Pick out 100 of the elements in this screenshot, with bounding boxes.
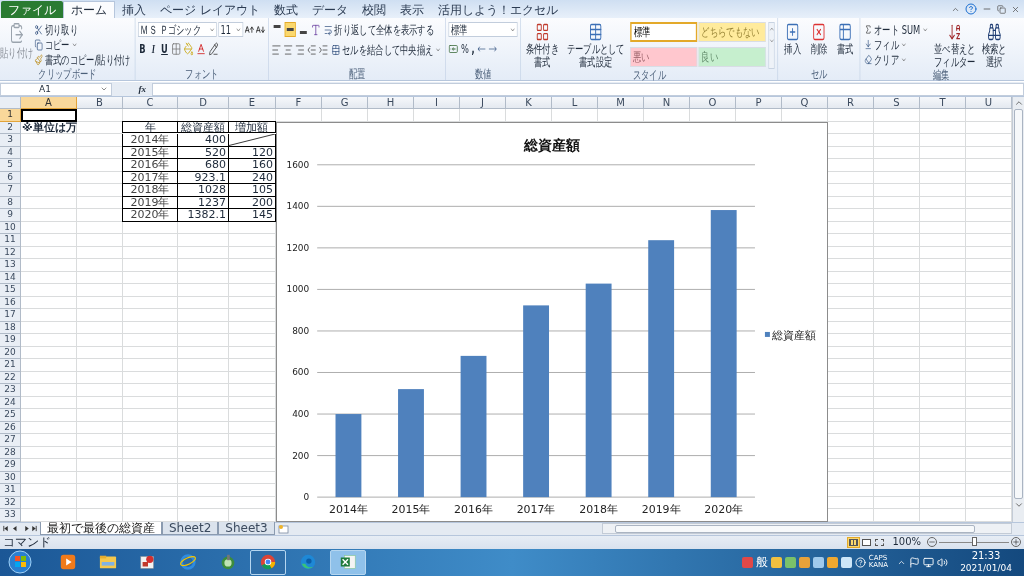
tray-icon[interactable] xyxy=(798,556,810,568)
column-header[interactable]: U xyxy=(966,97,1012,109)
column-header[interactable]: H xyxy=(368,97,414,109)
scroll-thumb[interactable] xyxy=(615,524,975,533)
empty-cell[interactable] xyxy=(920,234,966,247)
empty-cell[interactable] xyxy=(874,221,920,234)
borders-icon[interactable] xyxy=(171,42,182,56)
comma-button[interactable]: , xyxy=(471,43,475,55)
empty-cell[interactable] xyxy=(644,109,690,122)
empty-cell[interactable] xyxy=(276,109,322,122)
select-all-corner[interactable] xyxy=(0,97,21,109)
ribbon-tab[interactable]: データ xyxy=(304,1,355,18)
empty-cell[interactable] xyxy=(178,409,229,422)
bold-button[interactable]: B xyxy=(138,43,147,55)
format-painter-button[interactable]: 書式のコピー/貼り付け xyxy=(33,52,132,67)
empty-cell[interactable] xyxy=(77,421,123,434)
empty-cell[interactable] xyxy=(178,396,229,409)
clear-button[interactable]: クリア xyxy=(863,52,930,67)
empty-cell[interactable] xyxy=(123,496,178,509)
cut-button[interactable]: 切り取り xyxy=(33,22,132,37)
fill-button[interactable]: フィル xyxy=(863,37,930,52)
vertical-align-icon[interactable] xyxy=(284,22,296,37)
currency-icon[interactable] xyxy=(448,42,459,56)
empty-cell[interactable] xyxy=(598,109,644,122)
empty-cell[interactable] xyxy=(77,434,123,447)
column-header[interactable]: M xyxy=(598,97,644,109)
merge-icon[interactable] xyxy=(331,43,340,56)
empty-cell[interactable] xyxy=(77,509,123,522)
column-header[interactable]: C xyxy=(123,97,178,109)
empty-cell[interactable] xyxy=(414,109,460,122)
empty-cell[interactable] xyxy=(123,234,178,247)
ribbon-tab[interactable]: 活用しよう！エクセル xyxy=(430,1,565,18)
column-header[interactable]: F xyxy=(276,97,322,109)
empty-cell[interactable] xyxy=(920,434,966,447)
empty-cell[interactable] xyxy=(920,496,966,509)
empty-cell[interactable] xyxy=(920,271,966,284)
empty-cell[interactable] xyxy=(77,271,123,284)
column-header[interactable]: R xyxy=(828,97,874,109)
empty-cell[interactable] xyxy=(178,346,229,359)
sheet-tab[interactable]: Sheet2 xyxy=(162,522,219,535)
browser-icon[interactable] xyxy=(259,553,277,572)
view-button[interactable] xyxy=(847,536,861,548)
table-icon[interactable] xyxy=(588,22,603,42)
empty-cell[interactable] xyxy=(874,321,920,334)
conditional-format-button[interactable]: 条件付き書式 xyxy=(523,22,562,69)
empty-cell[interactable] xyxy=(874,334,920,347)
empty-cell[interactable] xyxy=(123,346,178,359)
ribbon-tab[interactable]: 挿入 xyxy=(115,1,153,18)
binoculars-icon[interactable] xyxy=(987,22,1001,42)
autosum-button[interactable]: オート SUM xyxy=(863,22,930,37)
empty-cell[interactable] xyxy=(77,496,123,509)
insert-icon[interactable] xyxy=(785,22,800,42)
empty-cell[interactable] xyxy=(874,384,920,397)
empty-cell[interactable] xyxy=(874,371,920,384)
ribbon-tab[interactable]: ホーム xyxy=(63,1,115,18)
empty-cell[interactable] xyxy=(123,371,178,384)
empty-cell[interactable] xyxy=(77,234,123,247)
empty-cell[interactable] xyxy=(77,259,123,272)
empty-cell[interactable] xyxy=(123,296,178,309)
empty-cell[interactable] xyxy=(123,509,178,522)
tray-icon[interactable] xyxy=(826,556,838,568)
empty-cell[interactable] xyxy=(77,221,123,234)
name-box[interactable]: A1 xyxy=(0,82,112,96)
empty-cell[interactable] xyxy=(920,321,966,334)
empty-cell[interactable] xyxy=(920,196,966,209)
empty-cell[interactable] xyxy=(874,159,920,172)
conditional-format-icon[interactable] xyxy=(535,22,550,42)
empty-cell[interactable] xyxy=(77,359,123,372)
slider-thumb[interactable] xyxy=(972,537,977,546)
empty-cell[interactable] xyxy=(920,134,966,147)
column-header[interactable]: A xyxy=(21,97,77,109)
empty-cell[interactable] xyxy=(874,121,920,134)
empty-cell[interactable] xyxy=(178,259,229,272)
empty-cell[interactable] xyxy=(874,359,920,372)
format-as-table-button[interactable]: テーブルとして書式設定 xyxy=(563,22,628,69)
row-header[interactable]: 19 xyxy=(0,334,21,347)
empty-cell[interactable] xyxy=(552,109,598,122)
empty-cell[interactable] xyxy=(178,509,229,522)
empty-cell[interactable] xyxy=(123,396,178,409)
empty-cell[interactable] xyxy=(874,484,920,497)
globe-icon[interactable] xyxy=(179,553,197,572)
empty-cell[interactable] xyxy=(123,284,178,297)
orientation-icon[interactable] xyxy=(311,22,321,37)
row-header[interactable]: 25 xyxy=(0,409,21,422)
column-header[interactable]: G xyxy=(322,97,368,109)
row-header[interactable]: 7 xyxy=(0,184,21,197)
spreadsheet-icon[interactable] xyxy=(339,553,357,572)
delete-icon[interactable] xyxy=(811,22,826,42)
empty-cell[interactable] xyxy=(178,384,229,397)
empty-cell[interactable] xyxy=(178,371,229,384)
empty-cell[interactable] xyxy=(178,321,229,334)
empty-cell[interactable] xyxy=(874,421,920,434)
row-header[interactable]: 33 xyxy=(0,509,21,522)
horizontal-scrollbar[interactable] xyxy=(602,523,1012,534)
file-tab[interactable]: ファイル xyxy=(1,1,63,18)
font-name-field[interactable]: ＭＳ Ｐゴシック xyxy=(138,22,217,37)
empty-cell[interactable] xyxy=(178,359,229,372)
empty-cell[interactable] xyxy=(874,296,920,309)
cell-style-swatch[interactable]: 標準 xyxy=(630,22,698,42)
empty-cell[interactable] xyxy=(123,271,178,284)
